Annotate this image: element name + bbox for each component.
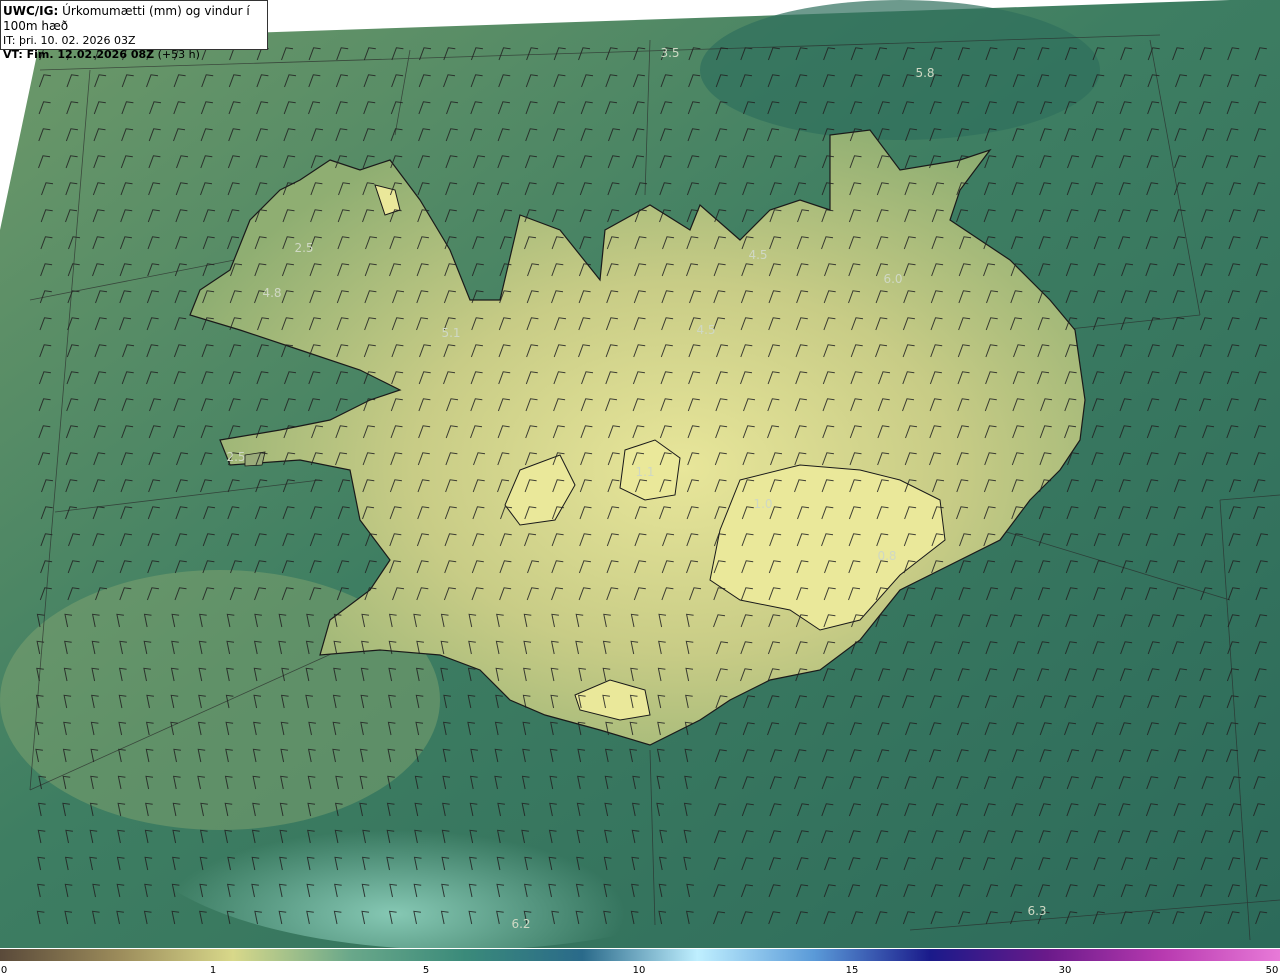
precip-value-label: 4.5 (748, 248, 767, 262)
precip-value-label: 3.5 (660, 46, 679, 60)
precip-value-label: 4.5 (696, 323, 715, 337)
colorbar-tick: 1 (209, 965, 217, 976)
issue-time: IT: þri. 10. 02. 2026 03Z (3, 34, 136, 47)
precip-value-label: 1.1 (635, 465, 654, 479)
colorbar: 0 1 5 10 15 30 50 (0, 948, 1280, 978)
forecast-hour: (+53 h) (157, 48, 200, 61)
map-title-box: UWC/IG: Úrkomumætti (mm) og vindur í 100… (0, 0, 268, 61)
precip-value-label: 0.8 (877, 549, 896, 563)
colorbar-tick: 10 (632, 965, 646, 976)
precip-value-label: 6.2 (511, 917, 530, 931)
precip-value-label: 6.3 (1027, 904, 1046, 918)
precip-value-label: 5.8 (915, 66, 934, 80)
precip-value-label: 2.5 (294, 241, 313, 255)
precip-value-label: 5.1 (441, 326, 460, 340)
precip-value-label: 1.0 (753, 497, 772, 511)
colorbar-tick: 30 (1058, 965, 1072, 976)
colorbar-gradient (0, 949, 1280, 961)
colorbar-tick: 15 (845, 965, 859, 976)
precip-value-label: 6.0 (883, 272, 902, 286)
colorbar-tick: 0 (0, 965, 8, 976)
colorbar-tick: 5 (422, 965, 430, 976)
precipitation-wind-map: 3.5 5.8 2.5 4.8 5.1 4.5 4.5 6.0 2.5 1.1 1.0 0.8 6.2 6… (0, 0, 1280, 948)
model-name: UWC/IG: (3, 4, 59, 18)
valid-time: VT: Fim. 12.02.2026 08Z (3, 48, 155, 61)
colorbar-tick: 50 (1265, 965, 1279, 976)
precip-value-label: 4.8 (262, 286, 281, 300)
precip-value-label: 2.5 (226, 450, 245, 464)
